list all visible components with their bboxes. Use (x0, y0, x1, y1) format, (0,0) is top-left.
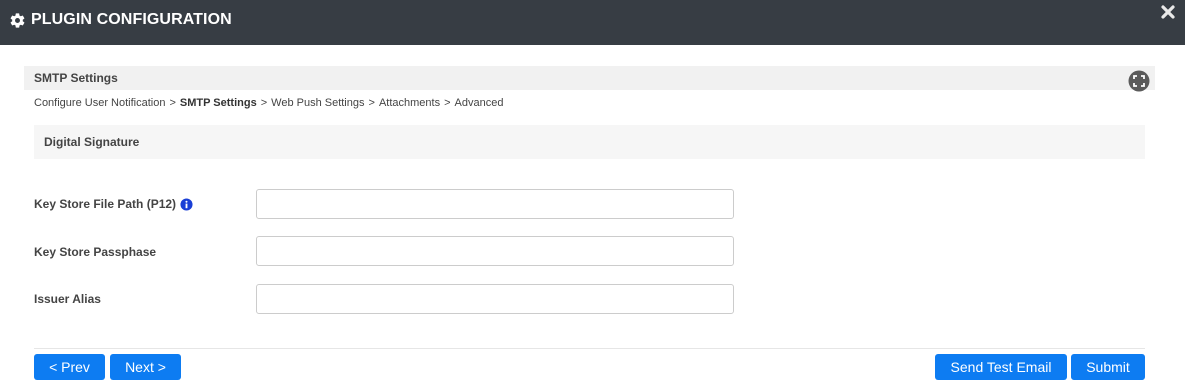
dialog-titlebar: PLUGIN CONFIGURATION (0, 0, 1185, 45)
key-store-path-label-text: Key Store File Path (P12) (34, 197, 177, 211)
breadcrumb-item-configure-user-notification[interactable]: Configure User Notification (34, 97, 165, 109)
issuer-alias-input[interactable] (256, 284, 734, 314)
expand-icon[interactable] (1128, 70, 1150, 92)
submit-button[interactable]: Submit (1071, 354, 1145, 380)
breadcrumb-separator: > (444, 97, 451, 109)
section-title: SMTP Settings (34, 71, 118, 85)
dialog-title: PLUGIN CONFIGURATION (31, 11, 232, 28)
breadcrumb-item-attachments[interactable]: Attachments (379, 97, 440, 109)
issuer-alias-label-text: Issuer Alias (34, 292, 101, 306)
next-button[interactable]: Next > (110, 354, 181, 380)
breadcrumb-item-advanced[interactable]: Advanced (455, 97, 504, 109)
breadcrumb-separator: > (169, 97, 176, 109)
panel-title: Digital Signature (44, 135, 140, 149)
key-store-passphrase-label: Key Store Passphase (34, 245, 156, 259)
key-store-passphrase-label-text: Key Store Passphase (34, 245, 157, 259)
breadcrumb-separator: > (260, 97, 268, 109)
gear-icon (10, 12, 25, 28)
breadcrumb-separator: > (368, 97, 375, 109)
footer-divider (34, 348, 1145, 349)
breadcrumb-item-smtp-settings: SMTP Settings (179, 97, 257, 109)
key-store-path-input[interactable] (256, 189, 734, 219)
issuer-alias-label: Issuer Alias (34, 292, 101, 306)
breadcrumb: Configure User Notification > SMTP Setting… (34, 97, 503, 109)
panel-header-digital-signature: Digital Signature (34, 125, 1145, 159)
send-test-email-button[interactable]: Send Test Email (935, 354, 1067, 380)
prev-button[interactable]: < Prev (34, 354, 105, 380)
key-store-path-label: Key Store File Path (P12) (34, 197, 193, 211)
section-header: SMTP Settings (24, 66, 1155, 92)
dialog-title-wrap: PLUGIN CONFIGURATION (9, 9, 232, 31)
key-store-passphrase-input[interactable] (256, 236, 734, 266)
info-icon[interactable] (180, 197, 193, 211)
breadcrumb-item-web-push-settings[interactable]: Web Push Settings (271, 97, 364, 109)
close-icon[interactable] (1160, 4, 1176, 20)
